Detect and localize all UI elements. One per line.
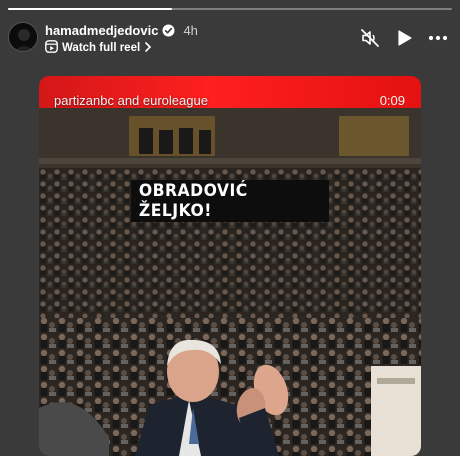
- speaker-muted-icon[interactable]: [360, 28, 380, 48]
- post-time: 4h: [183, 23, 198, 38]
- username-row: hamadmedjedovic 4h: [45, 23, 198, 38]
- reel-timer: 0:09: [379, 93, 405, 108]
- story-progress-fill: [8, 8, 173, 10]
- reel-caption-box: OBRADOVIĆ ŽELJKO!: [131, 180, 329, 222]
- reel-caption: OBRADOVIĆ ŽELJKO!: [138, 181, 248, 221]
- more-options-icon[interactable]: [428, 28, 448, 48]
- story-controls: [360, 28, 448, 48]
- reel-icon: [45, 40, 58, 56]
- chevron-right-icon: [144, 41, 152, 55]
- story-progress-bar: [8, 8, 452, 10]
- watch-full-reel-link[interactable]: Watch full reel: [45, 40, 152, 56]
- watch-full-reel-label: Watch full reel: [62, 42, 141, 54]
- username[interactable]: hamadmedjedovic: [45, 23, 158, 38]
- arena-crowd-image: [39, 108, 421, 456]
- verified-badge-icon: [162, 24, 175, 37]
- shared-reel-card[interactable]: partizanbc and euroleague 0:09 OBRADOVIĆ…: [39, 76, 421, 456]
- story-header: hamadmedjedovic 4h Watch full reel: [8, 22, 452, 56]
- play-icon[interactable]: [394, 28, 414, 48]
- reel-source-label: partizanbc and euroleague: [54, 93, 208, 108]
- avatar[interactable]: [8, 22, 38, 52]
